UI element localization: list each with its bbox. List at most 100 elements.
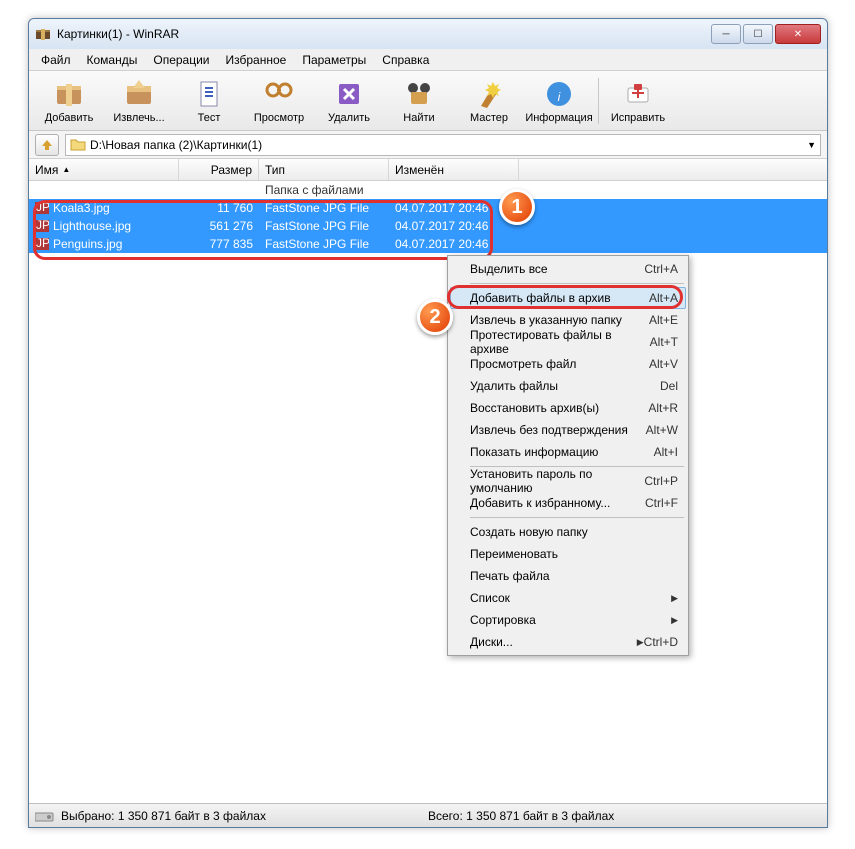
context-menu-label: Создать новую папку: [470, 525, 678, 539]
context-menu-item[interactable]: Просмотреть файлAlt+V: [450, 353, 686, 375]
context-menu-item[interactable]: Диски...▶Ctrl+D: [450, 631, 686, 653]
repair-icon: [622, 78, 654, 110]
address-text: D:\Новая папка (2)\Картинки(1): [90, 138, 262, 152]
context-menu: Выделить всеCtrl+A Добавить файлы в архив…: [447, 255, 689, 656]
file-row[interactable]: JPGPenguins.jpg 777 835 FastStone JPG Fi…: [29, 235, 827, 253]
context-menu-shortcut: Ctrl+P: [644, 474, 678, 488]
menubar: Файл Команды Операции Избранное Параметр…: [29, 49, 827, 71]
tool-repair[interactable]: Исправить: [604, 74, 672, 128]
file-row[interactable]: JPGKoala3.jpg 11 760 FastStone JPG File …: [29, 199, 827, 217]
winrar-window: Картинки(1) - WinRAR ─ ☐ ✕ Файл Команды …: [28, 18, 828, 828]
up-button[interactable]: [35, 134, 59, 156]
context-menu-label: Протестировать файлы в архиве: [470, 328, 650, 356]
context-menu-shortcut: Alt+A: [649, 291, 678, 305]
tool-wizard[interactable]: Мастер: [455, 74, 523, 128]
context-menu-label: Восстановить архив(ы): [470, 401, 648, 415]
column-type[interactable]: Тип: [259, 159, 389, 180]
menu-commands[interactable]: Команды: [79, 51, 146, 69]
tool-delete[interactable]: Удалить: [315, 74, 383, 128]
context-menu-item[interactable]: Добавить к избранному...Ctrl+F: [450, 492, 686, 514]
context-menu-item[interactable]: Протестировать файлы в архивеAlt+T: [450, 331, 686, 353]
context-menu-label: Переименовать: [470, 547, 678, 561]
context-menu-separator: [470, 283, 684, 284]
window-title: Картинки(1) - WinRAR: [57, 27, 711, 41]
jpg-icon: JPG: [35, 220, 49, 232]
address-field[interactable]: D:\Новая папка (2)\Картинки(1) ▼: [65, 134, 821, 156]
menu-file[interactable]: Файл: [33, 51, 79, 69]
wizard-icon: [473, 78, 505, 110]
app-icon: [35, 26, 51, 42]
context-menu-label: Добавить к избранному...: [470, 496, 645, 510]
parent-row[interactable]: Папка с файлами: [29, 181, 827, 199]
badge-1: 1: [499, 189, 535, 225]
column-modified[interactable]: Изменён: [389, 159, 519, 180]
svg-text:JPG: JPG: [36, 220, 49, 232]
context-menu-label: Диски...: [470, 635, 637, 649]
context-menu-item[interactable]: Извлечь без подтвержденияAlt+W: [450, 419, 686, 441]
disk-icon: [35, 809, 55, 823]
menu-operations[interactable]: Операции: [145, 51, 217, 69]
context-menu-item[interactable]: Список▶: [450, 587, 686, 609]
column-name[interactable]: Имя▲: [29, 159, 179, 180]
tool-extract[interactable]: Извлечь...: [105, 74, 173, 128]
badge-2: 2: [417, 299, 453, 335]
context-menu-shortcut: Alt+T: [650, 335, 678, 349]
menu-favorites[interactable]: Избранное: [218, 51, 295, 69]
minimize-button[interactable]: ─: [711, 24, 741, 44]
context-menu-item[interactable]: Установить пароль по умолчаниюCtrl+P: [450, 470, 686, 492]
svg-text:JPG: JPG: [36, 238, 49, 250]
menu-options[interactable]: Параметры: [294, 51, 374, 69]
tool-test[interactable]: Тест: [175, 74, 243, 128]
context-menu-item[interactable]: Выделить всеCtrl+A: [450, 258, 686, 280]
context-menu-item[interactable]: Добавить файлы в архивAlt+A: [450, 287, 686, 309]
menu-help[interactable]: Справка: [374, 51, 437, 69]
up-arrow-icon: [40, 138, 54, 152]
context-menu-label: Удалить файлы: [470, 379, 660, 393]
toolbar-separator: [598, 78, 599, 124]
context-menu-label: Извлечь в указанную папку: [470, 313, 649, 327]
tool-info[interactable]: iИнформация: [525, 74, 593, 128]
context-menu-shortcut: Alt+R: [648, 401, 678, 415]
context-menu-shortcut: Ctrl+D: [644, 635, 678, 649]
context-menu-label: Печать файла: [470, 569, 678, 583]
submenu-arrow-icon: ▶: [637, 637, 644, 648]
context-menu-item[interactable]: Создать новую папку: [450, 521, 686, 543]
status-selected: Выбрано: 1 350 871 байт в 3 файлах: [61, 809, 266, 823]
file-row[interactable]: JPGLighthouse.jpg 561 276 FastStone JPG …: [29, 217, 827, 235]
context-menu-shortcut: Alt+W: [646, 423, 678, 437]
add-icon: [53, 78, 85, 110]
context-menu-shortcut: Ctrl+F: [645, 496, 678, 510]
context-menu-item[interactable]: Восстановить архив(ы)Alt+R: [450, 397, 686, 419]
statusbar: Выбрано: 1 350 871 байт в 3 файлах Всего…: [29, 803, 827, 827]
context-menu-item[interactable]: Показать информациюAlt+I: [450, 441, 686, 463]
context-menu-label: Просмотреть файл: [470, 357, 649, 371]
toolbar: Добавить Извлечь... Тест Просмотр Удалит…: [29, 71, 827, 131]
svg-text:JPG: JPG: [36, 202, 49, 214]
info-icon: i: [543, 78, 575, 110]
context-menu-item[interactable]: Переименовать: [450, 543, 686, 565]
context-menu-item[interactable]: Сортировка▶: [450, 609, 686, 631]
close-button[interactable]: ✕: [775, 24, 821, 44]
tool-view[interactable]: Просмотр: [245, 74, 313, 128]
find-icon: [403, 78, 435, 110]
context-menu-label: Установить пароль по умолчанию: [470, 467, 644, 495]
context-menu-label: Извлечь без подтверждения: [470, 423, 646, 437]
dropdown-arrow-icon[interactable]: ▼: [807, 140, 816, 150]
view-icon: [263, 78, 295, 110]
svg-text:i: i: [558, 90, 561, 104]
context-menu-item[interactable]: Печать файла: [450, 565, 686, 587]
submenu-arrow-icon: ▶: [671, 615, 678, 626]
test-icon: [193, 78, 225, 110]
titlebar[interactable]: Картинки(1) - WinRAR ─ ☐ ✕: [29, 19, 827, 49]
column-size[interactable]: Размер: [179, 159, 259, 180]
folder-icon: [70, 137, 86, 153]
context-menu-shortcut: Alt+V: [649, 357, 678, 371]
context-menu-item[interactable]: Удалить файлыDel: [450, 375, 686, 397]
context-menu-label: Сортировка: [470, 613, 671, 627]
tool-find[interactable]: Найти: [385, 74, 453, 128]
jpg-icon: JPG: [35, 202, 49, 214]
maximize-button[interactable]: ☐: [743, 24, 773, 44]
context-menu-shortcut: Ctrl+A: [644, 262, 678, 276]
tool-add[interactable]: Добавить: [35, 74, 103, 128]
file-list[interactable]: Папка с файлами JPGKoala3.jpg 11 760 Fas…: [29, 181, 827, 803]
